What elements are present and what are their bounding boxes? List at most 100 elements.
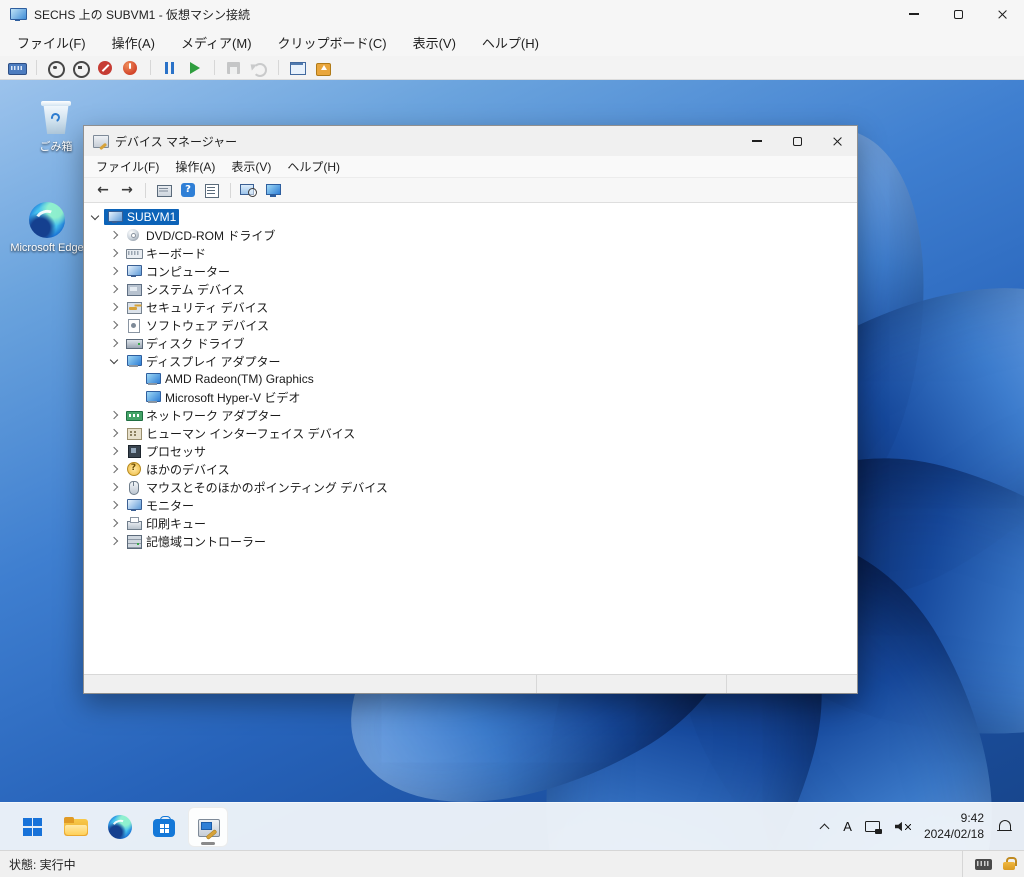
start-icon[interactable]: [45, 59, 67, 78]
tree-item-content[interactable]: キーボード: [123, 244, 209, 263]
chevron-icon[interactable]: [109, 482, 120, 493]
tree-item[interactable]: コンピューター: [84, 262, 857, 280]
chevron-icon[interactable]: [109, 356, 120, 367]
chevron-icon[interactable]: [109, 464, 120, 475]
dm-close-button[interactable]: [817, 126, 857, 156]
vm-menu-item[interactable]: ヘルプ(H): [469, 28, 552, 56]
ime-indicator[interactable]: A: [843, 819, 852, 834]
chevron-icon[interactable]: [109, 410, 120, 421]
dm-minimize-button[interactable]: [737, 126, 777, 156]
device-manager-taskbar-button[interactable]: [188, 806, 228, 847]
monitor-icon[interactable]: [262, 181, 284, 199]
chevron-icon[interactable]: [109, 338, 120, 349]
tree-item-content[interactable]: ソフトウェア デバイス: [123, 316, 272, 335]
edge-taskbar-button[interactable]: [100, 807, 140, 847]
tree-item-content[interactable]: Microsoft Hyper-V ビデオ: [142, 388, 303, 407]
tree-item-content[interactable]: ほかのデバイス: [123, 460, 233, 479]
tree-item[interactable]: Microsoft Hyper-V ビデオ: [84, 388, 857, 406]
dm-menu-item[interactable]: ヘルプ(H): [279, 156, 348, 177]
tree-item[interactable]: 記憶域コントローラー: [84, 532, 857, 550]
tree-item-content[interactable]: マウスとそのほかのポインティング デバイス: [123, 478, 391, 497]
notifications-bell-icon[interactable]: [997, 819, 1012, 834]
network-icon[interactable]: [864, 820, 882, 834]
share-icon[interactable]: [312, 59, 334, 77]
chevron-icon[interactable]: [109, 446, 120, 457]
resume-icon[interactable]: [184, 59, 206, 77]
store-taskbar-button[interactable]: [144, 807, 184, 847]
vm-menu-item[interactable]: 操作(A): [99, 28, 168, 56]
tree-item[interactable]: ソフトウェア デバイス: [84, 316, 857, 334]
tree-item[interactable]: ほかのデバイス: [84, 460, 857, 478]
dm-menu-item[interactable]: 操作(A): [167, 156, 223, 177]
tree-item[interactable]: ネットワーク アダプター: [84, 406, 857, 424]
chevron-icon[interactable]: [109, 284, 120, 295]
tree-item-content[interactable]: SUBVM1: [104, 209, 180, 225]
help-icon[interactable]: [177, 181, 199, 199]
tree-item[interactable]: システム デバイス: [84, 280, 857, 298]
maximize-button[interactable]: [936, 0, 980, 28]
tree-item[interactable]: ディスク ドライブ: [84, 334, 857, 352]
clock[interactable]: 9:42 2024/02/18: [924, 811, 984, 842]
chevron-icon[interactable]: [109, 248, 120, 259]
tree-item-content[interactable]: プロセッサ: [123, 442, 209, 461]
desktop[interactable]: ごみ箱 Microsoft Edge デバイス マネージャー ファイル(F) 操作(…: [0, 80, 1024, 850]
tree-item[interactable]: セキュリティ デバイス: [84, 298, 857, 316]
edge-desktop-icon[interactable]: Microsoft Edge: [5, 202, 89, 254]
minimize-button[interactable]: [892, 0, 936, 28]
chevron-icon[interactable]: [90, 212, 101, 223]
chevron-icon[interactable]: [109, 320, 120, 331]
tree-item-content[interactable]: 記憶域コントローラー: [123, 532, 269, 551]
dm-menu-item[interactable]: 表示(V): [223, 156, 279, 177]
tree-item-content[interactable]: コンピューター: [123, 262, 233, 281]
tree-item-content[interactable]: ネットワーク アダプター: [123, 406, 284, 425]
revert-icon[interactable]: [248, 59, 270, 77]
start-taskbar-button[interactable]: [12, 807, 52, 847]
tree-item-content[interactable]: ディスプレイ アダプター: [123, 352, 284, 371]
dm-maximize-button[interactable]: [777, 126, 817, 156]
tree-item-content[interactable]: ヒューマン インターフェイス デバイス: [123, 424, 358, 443]
tree-item-content[interactable]: セキュリティ デバイス: [123, 298, 271, 317]
tree-item[interactable]: AMD Radeon(TM) Graphics: [84, 370, 857, 388]
tree-item[interactable]: ヒューマン インターフェイス デバイス: [84, 424, 857, 442]
chevron-icon[interactable]: [109, 500, 120, 511]
tree-item-content[interactable]: 印刷キュー: [123, 514, 209, 533]
tree-item-content[interactable]: AMD Radeon(TM) Graphics: [142, 371, 317, 387]
tree-item[interactable]: 印刷キュー: [84, 514, 857, 532]
explorer-taskbar-button[interactable]: [56, 807, 96, 847]
vm-menu-item[interactable]: クリップボード(C): [265, 28, 400, 56]
volume-muted-icon[interactable]: [894, 820, 911, 834]
shutdown-icon[interactable]: [95, 59, 117, 77]
tree-item-content[interactable]: DVD/CD-ROM ドライブ: [123, 226, 278, 245]
turn-off-icon[interactable]: [70, 59, 92, 78]
forward-icon[interactable]: [116, 181, 138, 199]
tree-item-content[interactable]: モニター: [123, 496, 197, 515]
dm-menu-item[interactable]: ファイル(F): [88, 156, 167, 177]
tree-item[interactable]: プロセッサ: [84, 442, 857, 460]
tree-item[interactable]: DVD/CD-ROM ドライブ: [84, 226, 857, 244]
close-button[interactable]: [980, 0, 1024, 28]
scan-icon[interactable]: [238, 181, 260, 199]
chevron-icon[interactable]: [109, 536, 120, 547]
chevron-icon[interactable]: [109, 266, 120, 277]
ctrl-alt-del-icon[interactable]: [6, 59, 28, 77]
save-icon[interactable]: [223, 59, 245, 77]
chevron-icon[interactable]: [109, 230, 120, 241]
tree-item[interactable]: キーボード: [84, 244, 857, 262]
tree-item[interactable]: SUBVM1: [84, 208, 857, 226]
checkpoint-icon[interactable]: [287, 59, 309, 77]
vm-menu-item[interactable]: 表示(V): [400, 28, 469, 56]
chevron-icon[interactable]: [109, 302, 120, 313]
tree-item[interactable]: モニター: [84, 496, 857, 514]
back-icon[interactable]: [92, 181, 114, 199]
tree-item-content[interactable]: システム デバイス: [123, 280, 248, 299]
power-off-icon[interactable]: [120, 59, 142, 77]
pause-icon[interactable]: [159, 59, 181, 77]
tree-item-content[interactable]: ディスク ドライブ: [123, 334, 248, 353]
tree-item[interactable]: マウスとそのほかのポインティング デバイス: [84, 478, 857, 496]
tree-item[interactable]: ディスプレイ アダプター: [84, 352, 857, 370]
props-icon[interactable]: [201, 181, 223, 199]
vm-menu-item[interactable]: メディア(M): [168, 28, 265, 56]
chevron-icon[interactable]: [109, 428, 120, 439]
grid-icon[interactable]: [153, 181, 175, 199]
vm-menu-item[interactable]: ファイル(F): [4, 28, 99, 56]
